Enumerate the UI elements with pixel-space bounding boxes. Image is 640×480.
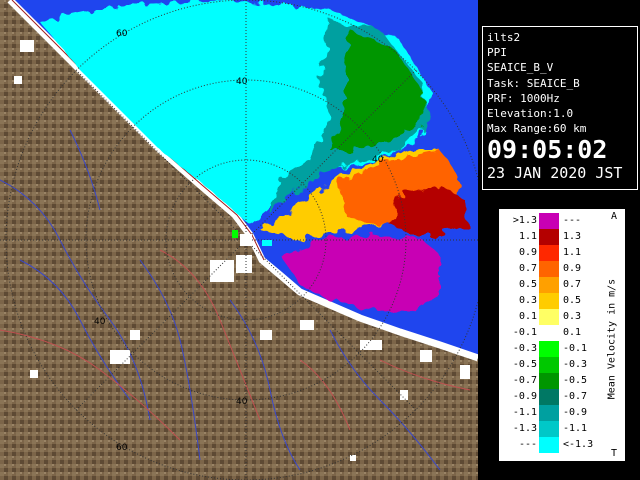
legend-row: -1.1 -0.9 [499,405,627,421]
range-label: 40 [372,155,384,165]
legend-swatch [539,309,559,325]
legend-low-value: -0.5 [512,359,537,370]
radar-display: { "info": { "site": "ilts2", "scan_type"… [0,0,640,480]
elevation-value: Elevation:1.0 [487,107,574,121]
legend-row: -0.7 -0.5 [499,373,627,389]
range-label: 40 [94,317,106,327]
legend-swatch [539,437,559,453]
legend-swatch [539,373,559,389]
legend-row: >1.3 --- [499,213,627,229]
legend-row: 1.1 1.3 [499,229,627,245]
legend-swatch [539,277,559,293]
legend-swatch [539,261,559,277]
range-label: 40 [236,397,248,407]
legend-high-value: 0.1 [563,327,582,338]
site-name: ilts2 [487,31,521,44]
task-name: Task: SEAICE_B [487,76,580,90]
legend-row: 0.3 0.5 [499,293,627,309]
legend-high-value: 1.1 [563,247,582,258]
legend-row: 0.5 0.7 [499,277,627,293]
legend-row: -0.3 -0.1 [499,341,627,357]
legend-row: -0.5 -0.3 [499,357,627,373]
legend-high-value: 0.9 [563,263,582,274]
range-label: 40 [236,77,248,87]
legend-row: -1.3 -1.1 [499,421,627,437]
legend-swatch [539,421,559,437]
legend-low-value: -0.7 [512,375,537,386]
range-label: 60 [116,443,128,453]
scan-date: 23 JAN 2020 JST [487,164,623,183]
legend-row: 0.9 1.1 [499,245,627,261]
legend-swatch [539,405,559,421]
legend-swatch [539,341,559,357]
legend-high-value: --- [563,215,582,226]
legend-low-value: -1.3 [512,423,537,434]
legend-row: 0.7 0.9 [499,261,627,277]
legend-high-value: -0.3 [563,359,588,370]
prf-value: PRF: 1000Hz [487,91,560,105]
legend-swatch [539,325,559,341]
legend-low-value: -0.3 [512,343,537,354]
legend-swatch [539,293,559,309]
legend-swatch [539,229,559,245]
legend-high-value: 0.7 [563,279,582,290]
max-range-value: Max Range:60 km [487,122,587,136]
legend-low-value: 0.1 [518,311,537,322]
legend-low-value: 0.9 [518,247,537,258]
legend-high-value: -0.5 [563,375,588,386]
legend-swatch [539,213,559,229]
legend-row: --- <-1.3 [499,437,627,453]
legend-high-value: 1.3 [563,231,582,242]
legend-low-value: 0.3 [518,295,537,306]
legend-row: -0.1 0.1 [499,325,627,341]
legend-high-value: -1.1 [563,423,588,434]
legend-row: 0.1 0.3 [499,309,627,325]
legend-low-value: >1.3 [512,215,537,226]
legend-high-value: -0.9 [563,407,588,418]
legend-low-value: -1.1 [512,407,537,418]
velocity-legend: A T Mean Velocity in m/s >1.3 --- 1.1 1.3 0.… [498,208,626,462]
range-label: 60 [116,29,128,39]
legend-low-value: 0.7 [518,263,537,274]
radar-ppi-map: 60 40 40 40 40 60 [0,0,478,480]
legend-low-value: --- [518,439,537,450]
legend-low-value: -0.9 [512,391,537,402]
legend-high-value: 0.5 [563,295,582,306]
legend-high-value: -0.7 [563,391,588,402]
legend-low-value: 0.5 [518,279,537,290]
legend-high-value: -0.1 [563,343,588,354]
legend-swatch [539,357,559,373]
legend-high-value: 0.3 [563,311,582,322]
scan-info-panel: ilts2 PPI SEAICE_B_V Task: SEAICE_B PRF:… [482,26,638,190]
legend-swatch [539,389,559,405]
scan-type: PPI [487,46,507,60]
legend-row: -0.9 -0.7 [499,389,627,405]
legend-low-value: 1.1 [518,231,537,242]
legend-high-value: <-1.3 [563,439,594,450]
legend-low-value: -0.1 [512,327,537,338]
legend-swatch [539,245,559,261]
product-name: SEAICE_B_V [487,61,554,75]
scan-time: 09:05:02 [487,135,608,165]
